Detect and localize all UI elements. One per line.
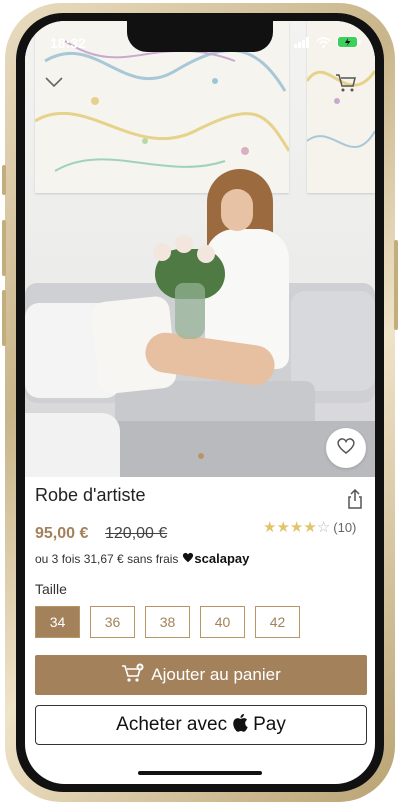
image-flower [197,245,215,263]
wifi-icon [316,35,331,53]
apple-pay-suffix: Pay [253,714,286,735]
status-time: 18:32 [50,35,86,51]
star-icon: ★ [276,519,290,536]
cart-icon[interactable] [335,73,357,96]
signal-icon [294,35,310,53]
product-title: Robe d'artiste [35,485,146,505]
image-vase [175,283,205,339]
volume-down-button [2,290,6,346]
cart-plus-icon [121,663,145,688]
home-indicator[interactable] [138,771,262,775]
screen: 18:32 Robe d'artiste 95,00 € 120,00 € ★ … [25,21,375,784]
size-option[interactable]: 36 [90,606,135,638]
scalapay-logo: scalapay [182,551,249,566]
mute-switch [2,165,6,195]
add-to-cart-button[interactable]: Ajouter au panier [35,655,367,695]
image-blanket [25,413,120,477]
star-icon: ★ [263,519,277,536]
battery-icon [337,35,361,53]
product-rating[interactable]: ★ ★ ★ ★ ☆ (10) [263,518,356,536]
size-option[interactable]: 40 [200,606,245,638]
image-cushion [291,291,375,391]
star-icon: ★ [303,519,317,536]
installment-text: ou 3 fois 31,67 € sans frais [35,551,179,566]
favorite-button[interactable] [326,428,366,468]
image-model-face [221,189,253,231]
chevron-down-icon[interactable] [45,73,63,91]
size-label: Taille [35,581,67,597]
power-button [394,240,398,330]
status-icons [294,35,361,53]
status-bar: 18:32 [25,21,375,61]
star-outline-icon: ☆ [316,519,331,536]
apple-pay-prefix: Acheter avec [116,714,228,735]
scalapay-brand: scalapay [194,551,250,566]
notch [127,21,273,52]
add-to-cart-label: Ajouter au panier [151,665,281,684]
review-count: (10) [333,519,357,535]
heart-icon [336,437,356,460]
size-option[interactable]: 42 [255,606,300,638]
volume-up-button [2,220,6,276]
product-image[interactable] [25,21,375,477]
size-option[interactable]: 38 [145,606,190,638]
apple-pay-button[interactable]: Acheter avec Pay [35,705,367,745]
installment-info[interactable]: ou 3 fois 31,67 € sans frais scalapay [35,551,249,566]
apple-logo-icon [232,713,248,738]
image-flower [153,243,171,261]
star-icon: ★ [289,519,304,536]
share-icon[interactable] [347,488,363,514]
product-price: 95,00 € [35,525,89,542]
size-option[interactable]: 34 [35,606,80,638]
heart-icon [182,551,194,566]
image-flower [175,235,193,253]
product-old-price: 120,00 € [105,525,168,542]
carousel-dot[interactable] [198,453,204,459]
size-selector: 34 36 38 40 42 [35,606,300,638]
